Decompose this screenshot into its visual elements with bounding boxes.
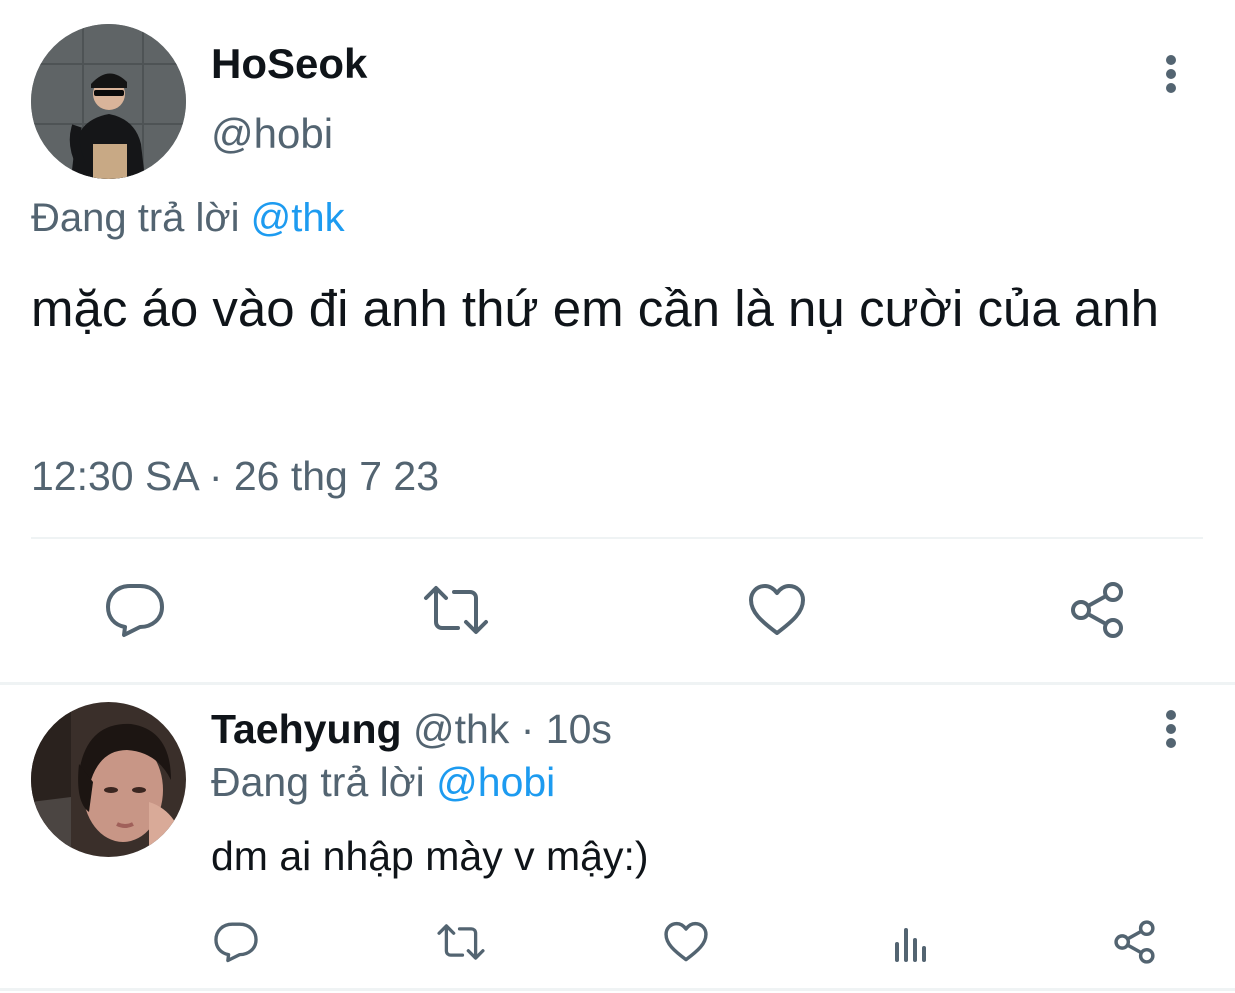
reply-tweet-text: dm ai nhập mày v mậy:) (211, 833, 649, 879)
divider (0, 988, 1235, 991)
replying-to-label: Đang trả lời (31, 196, 240, 240)
retweet-button[interactable] (416, 570, 496, 650)
like-button[interactable] (737, 570, 817, 650)
divider (0, 682, 1235, 685)
replying-to-label: Đang trả lời (211, 759, 425, 805)
reply-author-handle[interactable]: @thk (413, 706, 509, 752)
more-options-icon[interactable] (1151, 46, 1191, 102)
replying-to-mention[interactable]: @hobi (436, 759, 555, 805)
reply-time-ago[interactable]: 10s (546, 706, 612, 752)
divider (31, 537, 1203, 539)
share-icon (1114, 920, 1155, 964)
main-author-name[interactable]: HoSeok (211, 40, 367, 88)
like-icon (664, 921, 708, 962)
main-tweet-timestamp[interactable]: 12:30 SA · 26 thg 7 23 (31, 450, 439, 502)
reply-button[interactable] (204, 910, 268, 974)
meta-separator: · (509, 706, 546, 752)
retweet-icon (424, 586, 488, 634)
replying-to-line: Đang trả lời @hobi (211, 758, 555, 806)
like-icon (749, 584, 805, 635)
tweet-thread: HoSeok @hobi Đang trả lời @thk mặc áo và… (0, 0, 1235, 993)
share-button[interactable] (1059, 570, 1139, 650)
main-author-avatar[interactable] (31, 24, 186, 179)
analytics-button[interactable] (879, 910, 943, 974)
retweet-icon (437, 924, 485, 960)
replying-to-mention[interactable]: @thk (251, 196, 345, 240)
share-button[interactable] (1104, 910, 1168, 974)
replying-to-line: Đang trả lời @thk (31, 194, 345, 242)
more-options-icon[interactable] (1151, 701, 1191, 757)
retweet-button[interactable] (429, 910, 493, 974)
reply-icon (214, 922, 258, 963)
share-icon (1071, 582, 1123, 638)
reply-author-name[interactable]: Taehyung (211, 706, 402, 752)
main-tweet-text: mặc áo vào đi anh thứ em cần là nụ cười … (31, 280, 1160, 337)
main-author-handle[interactable]: @hobi (211, 110, 333, 158)
reply-author-avatar[interactable] (31, 702, 186, 857)
like-button[interactable] (654, 910, 718, 974)
reply-header: Taehyung @thk · 10s (211, 705, 612, 753)
reply-icon (106, 584, 164, 637)
stats-icon (895, 928, 926, 962)
reply-button[interactable] (95, 570, 175, 650)
